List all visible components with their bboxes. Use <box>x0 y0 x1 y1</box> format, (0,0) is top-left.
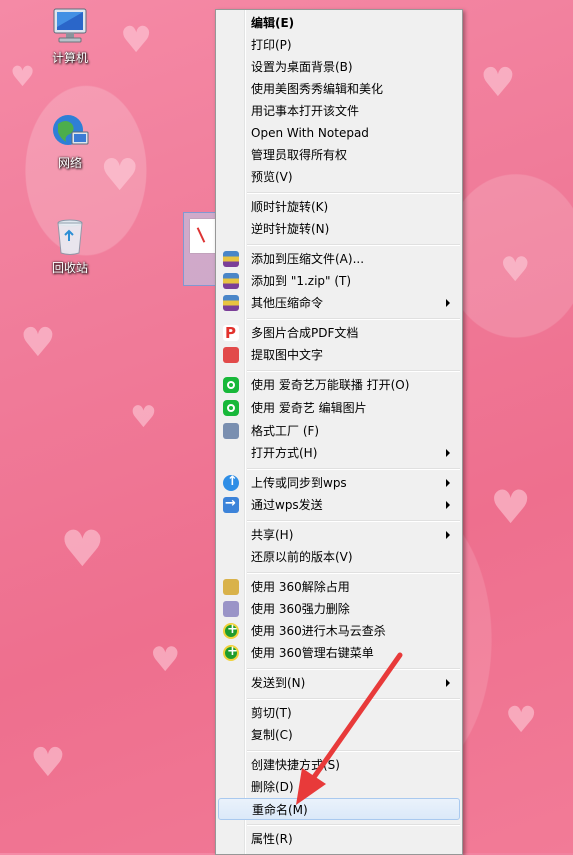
menu-item-set-desktop-background[interactable]: 设置为桌面背景(B) <box>218 56 460 78</box>
menu-separator <box>247 698 460 700</box>
heart-decoration: ♥ <box>490 480 532 534</box>
menu-separator <box>247 572 460 574</box>
menu-item-preview[interactable]: 预览(V) <box>218 166 460 188</box>
selected-image-file[interactable] <box>183 212 219 286</box>
menu-item-take-ownership[interactable]: 管理员取得所有权 <box>218 144 460 166</box>
recycle-bin-icon <box>57 219 83 255</box>
menu-item-copy[interactable]: 复制(C) <box>218 724 460 746</box>
menu-separator <box>247 520 460 522</box>
winrar-icon <box>223 273 239 289</box>
heart-decoration: ♥ <box>60 520 105 578</box>
shredder-icon <box>223 601 239 617</box>
menu-separator <box>247 318 460 320</box>
menu-separator <box>247 668 460 670</box>
computer-icon <box>53 8 87 43</box>
menu-item-iqiyi-open[interactable]: 使用 爱奇艺万能联播 打开(O) <box>218 374 460 396</box>
menu-item-share[interactable]: 共享(H) <box>218 524 460 546</box>
menu-item-delete[interactable]: 删除(D) <box>218 776 460 798</box>
heart-decoration: ♥ <box>30 740 66 786</box>
image-file-icon <box>190 219 216 253</box>
submenu-arrow-icon <box>446 479 450 487</box>
menu-item-open-with-notepad-cn[interactable]: 用记事本打开该文件 <box>218 100 460 122</box>
menu-separator <box>247 192 460 194</box>
unlock-icon <box>223 579 239 595</box>
heart-decoration: ♥ <box>480 60 516 106</box>
heart-decoration: ♥ <box>150 640 181 680</box>
menu-item-restore-previous[interactable]: 还原以前的版本(V) <box>218 546 460 568</box>
iqiyi-icon <box>223 400 239 416</box>
menu-item-rotate-counterclockwise[interactable]: 逆时针旋转(N) <box>218 218 460 240</box>
menu-item-open-with-notepad[interactable]: Open With Notepad <box>218 122 460 144</box>
pdf-icon <box>223 324 239 342</box>
menu-separator <box>247 370 460 372</box>
submenu-arrow-icon <box>446 531 450 539</box>
menu-item-add-to-zip[interactable]: 添加到 "1.zip" (T) <box>218 270 460 292</box>
menu-item-360-shred[interactable]: 使用 360强力删除 <box>218 598 460 620</box>
menu-item-properties[interactable]: 属性(R) <box>218 828 460 850</box>
360-icon <box>223 622 239 639</box>
menu-item-edit[interactable]: 编辑(E) <box>218 12 460 34</box>
menu-item-360-scan[interactable]: 使用 360进行木马云查杀 <box>218 620 460 642</box>
winrar-icon <box>223 295 239 311</box>
desktop-icon-label: 回收站 <box>51 261 88 275</box>
menu-separator <box>247 244 460 246</box>
360-icon <box>223 644 239 661</box>
submenu-arrow-icon <box>446 679 450 687</box>
send-icon <box>223 496 239 513</box>
menu-item-create-shortcut[interactable]: 创建快捷方式(S) <box>218 754 460 776</box>
winrar-icon <box>223 251 239 267</box>
desktop-icon-label: 网络 <box>57 156 82 170</box>
menu-item-merge-pdf[interactable]: 多图片合成PDF文档 <box>218 322 460 344</box>
context-menu: 编辑(E) 打印(P) 设置为桌面背景(B) 使用美图秀秀编辑和美化 用记事本打… <box>215 9 463 855</box>
heart-decoration: ♥ <box>130 400 157 435</box>
heart-decoration: ♥ <box>100 150 140 201</box>
menu-item-wps-upload[interactable]: 上传或同步到wps <box>218 472 460 494</box>
menu-item-other-compress[interactable]: 其他压缩命令 <box>218 292 460 314</box>
menu-item-open-with[interactable]: 打开方式(H) <box>218 442 460 464</box>
menu-item-format-factory[interactable]: 格式工厂 (F) <box>218 420 460 442</box>
menu-item-print[interactable]: 打印(P) <box>218 34 460 56</box>
submenu-arrow-icon <box>446 299 450 307</box>
menu-item-rotate-clockwise[interactable]: 顺时针旋转(K) <box>218 196 460 218</box>
format-factory-icon <box>223 423 239 439</box>
menu-item-add-to-archive[interactable]: 添加到压缩文件(A)... <box>218 248 460 270</box>
menu-item-iqiyi-edit[interactable]: 使用 爱奇艺 编辑图片 <box>218 397 460 419</box>
desktop-icon-network[interactable]: 网络 <box>42 110 98 170</box>
heart-decoration: ♥ <box>20 320 56 366</box>
submenu-arrow-icon <box>446 501 450 509</box>
extract-text-icon <box>223 347 239 363</box>
menu-item-send-to[interactable]: 发送到(N) <box>218 672 460 694</box>
menu-separator <box>247 824 460 826</box>
heart-decoration: ♥ <box>10 60 36 93</box>
menu-separator <box>247 750 460 752</box>
menu-item-rename[interactable]: 重命名(M) <box>218 798 460 820</box>
heart-decoration: ♥ <box>505 700 538 741</box>
desktop-icon-label: 计算机 <box>51 51 88 65</box>
menu-item-extract-text[interactable]: 提取图中文字 <box>218 344 460 366</box>
submenu-arrow-icon <box>446 449 450 457</box>
desktop-icon-recycle-bin[interactable]: 回收站 <box>42 215 98 275</box>
menu-item-cut[interactable]: 剪切(T) <box>218 702 460 724</box>
desktop-icon-computer[interactable]: 计算机 <box>42 5 98 65</box>
menu-item-360-unlock[interactable]: 使用 360解除占用 <box>218 576 460 598</box>
heart-decoration: ♥ <box>500 250 531 290</box>
menu-item-360-manage-menu[interactable]: 使用 360管理右键菜单 <box>218 642 460 664</box>
cloud-upload-icon <box>223 474 239 491</box>
menu-separator <box>247 468 460 470</box>
menu-item-meitu-edit[interactable]: 使用美图秀秀编辑和美化 <box>218 78 460 100</box>
heart-decoration: ♥ <box>120 20 153 61</box>
menu-item-wps-send[interactable]: 通过wps发送 <box>218 494 460 516</box>
network-icon <box>53 115 89 145</box>
iqiyi-icon <box>223 377 239 393</box>
